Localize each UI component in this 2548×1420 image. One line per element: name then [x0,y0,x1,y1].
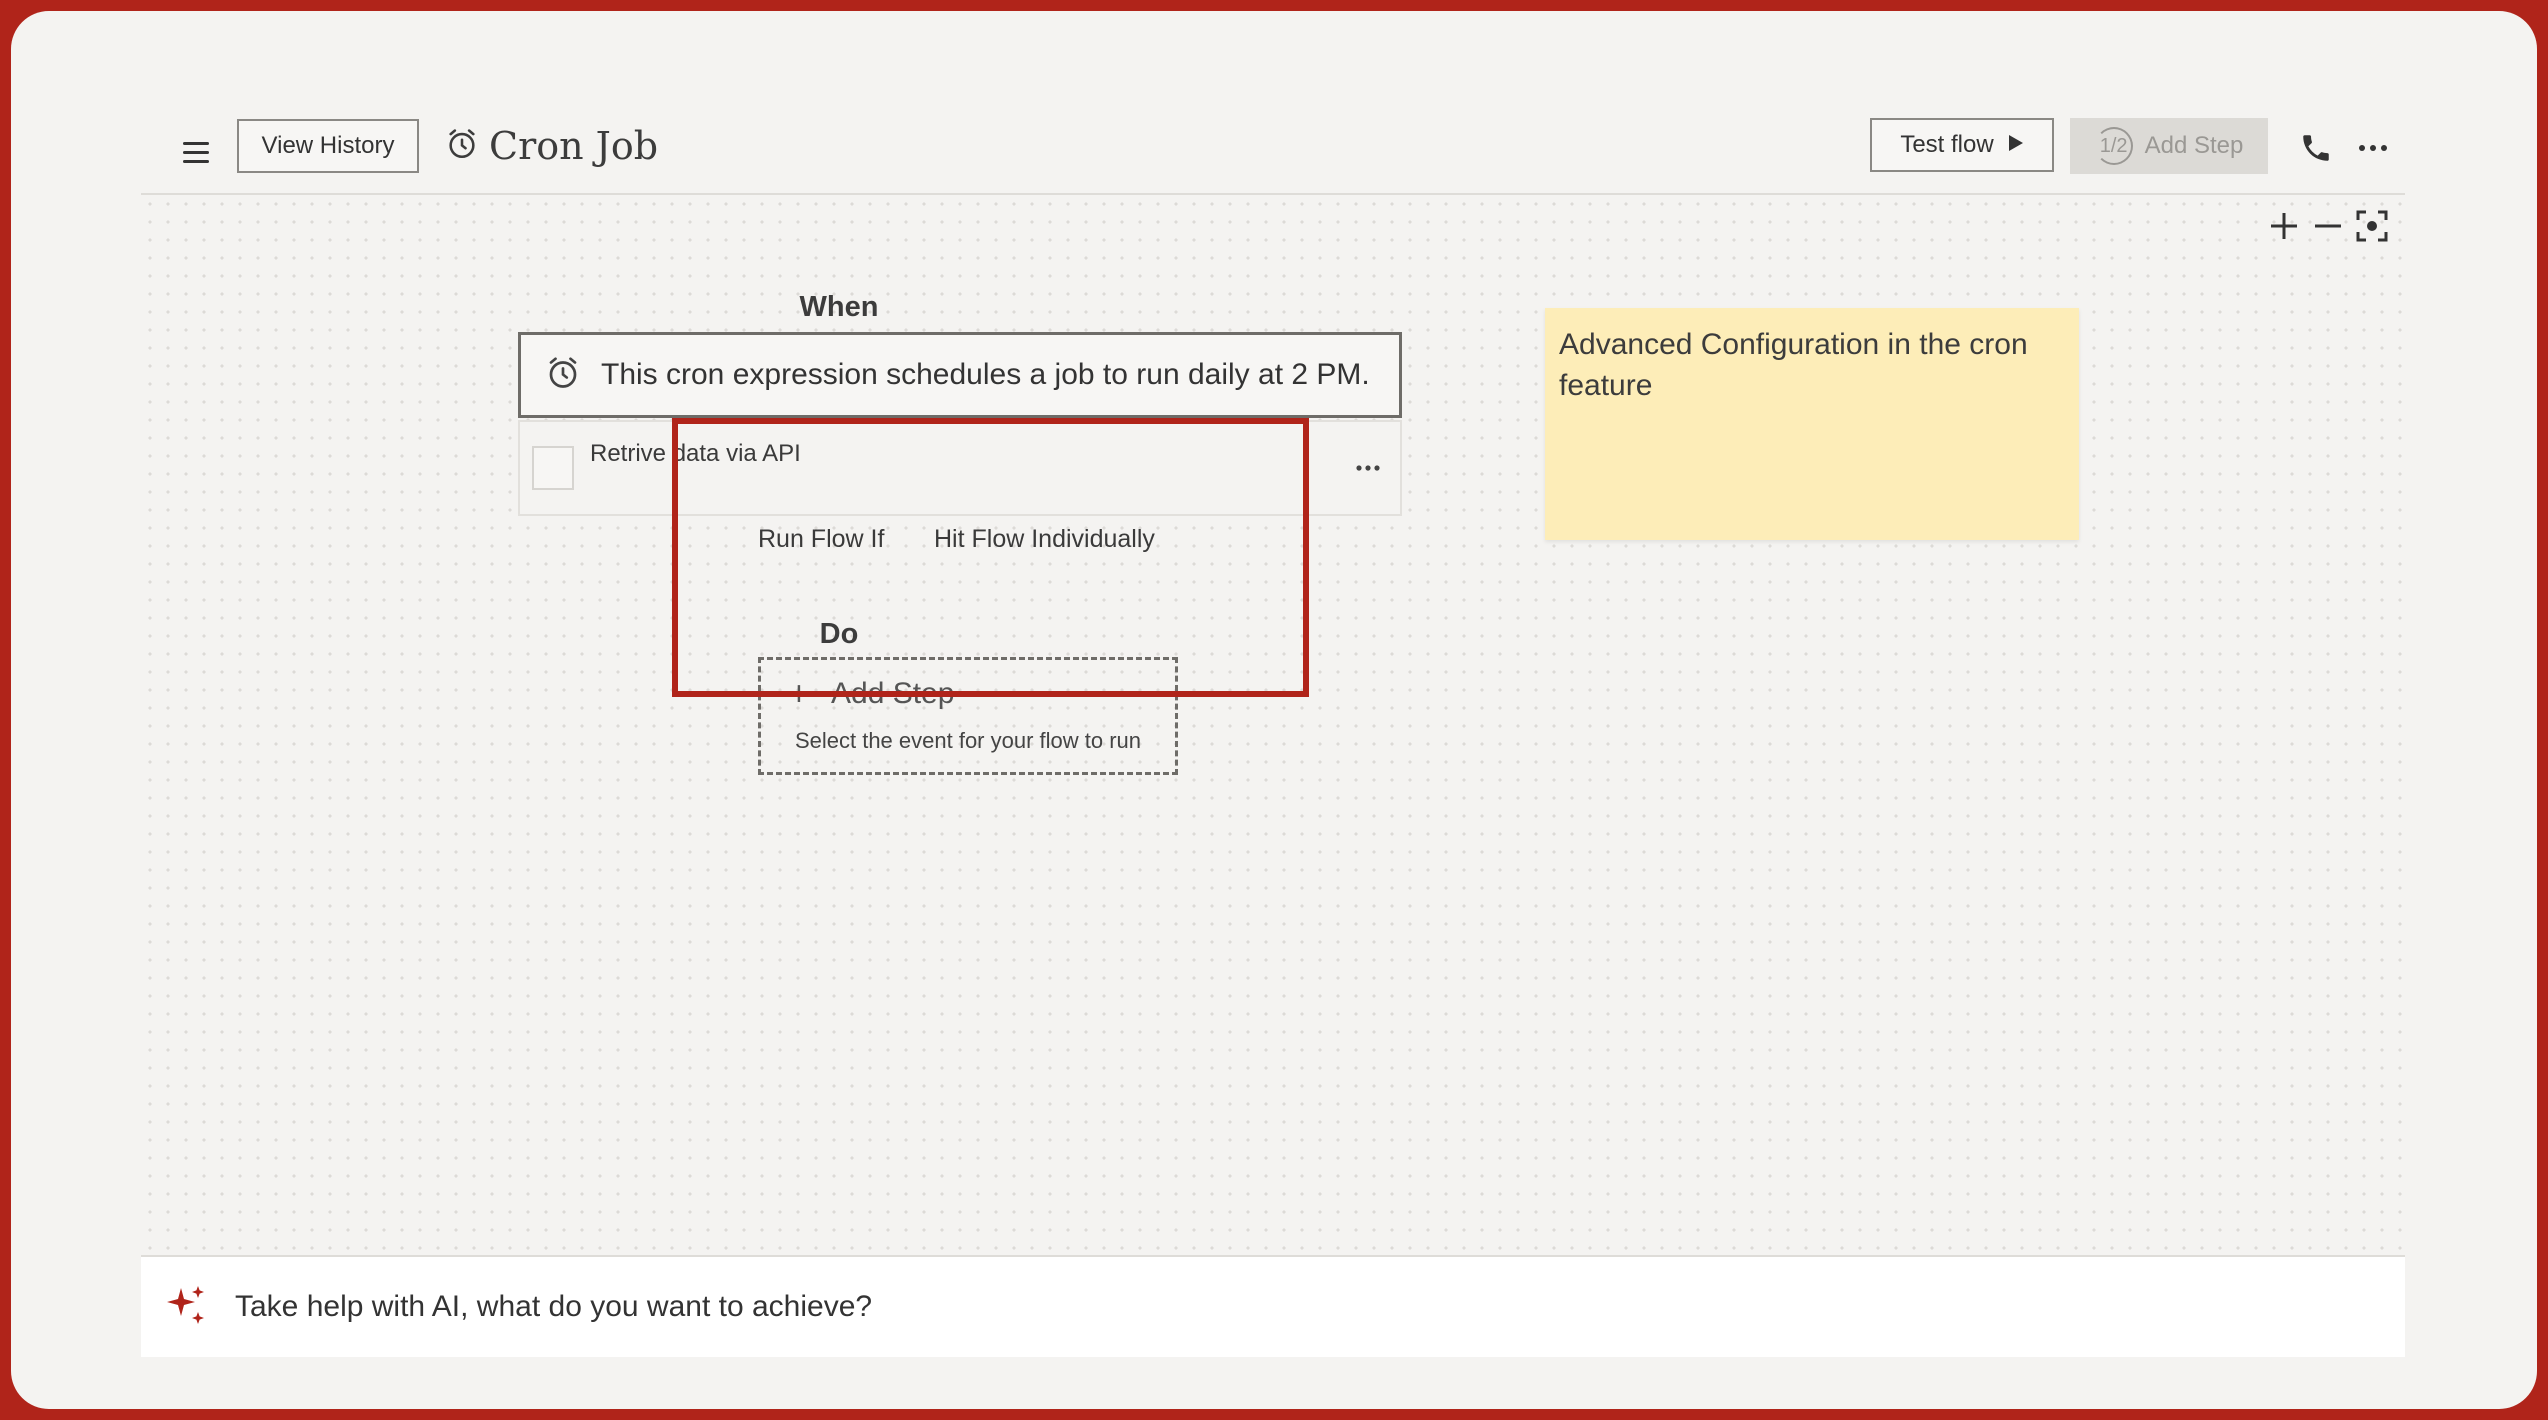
sub-step-node[interactable]: Retrive data via API [518,420,1402,516]
zoom-in-icon[interactable] [2267,209,2301,243]
more-horizontal-icon[interactable] [1350,450,1386,486]
sticky-note[interactable]: Advanced Configuration in the cron featu… [1545,308,2079,540]
trigger-node[interactable]: This cron expression schedules a job to … [518,332,1402,418]
zoom-controls [2267,209,2389,243]
page-title: Cron Job [489,124,659,168]
fit-view-icon[interactable] [2355,209,2389,243]
top-toolbar: View History Cron Job Test flow 1/2 Add … [141,111,2405,195]
phone-icon[interactable] [2299,131,2333,165]
sparkles-icon [167,1284,207,1331]
alarm-clock-icon [545,355,581,396]
step-checkbox[interactable] [532,446,574,490]
test-flow-button[interactable]: Test flow [1870,118,2054,172]
add-step-description: Select the event for your flow to run [794,728,1142,753]
flow-canvas[interactable]: When This cron expression schedules a jo… [141,195,2405,1255]
plus-icon: + [789,675,809,713]
when-label: When [799,291,879,323]
more-horizontal-icon[interactable] [2354,129,2392,167]
hit-flow-individually-option[interactable]: Hit Flow Individually [934,525,1155,554]
hamburger-icon[interactable] [177,133,215,171]
add-step-label: Add Step [2144,132,2244,159]
add-step-button[interactable]: 1/2 Add Step [2070,118,2268,174]
zoom-out-icon[interactable] [2311,209,2345,243]
add-step-node[interactable]: + Add Step Select the event for your flo… [758,657,1178,775]
sticky-note-text: Advanced Configuration in the cron featu… [1559,328,2028,402]
do-label: Do [819,618,859,650]
sub-step-label: Retrive data via API [590,440,801,467]
view-history-button[interactable]: View History [237,119,419,173]
view-history-label: View History [261,132,395,159]
app-window: View History Cron Job Test flow 1/2 Add … [11,11,2537,1409]
run-flow-if-option[interactable]: Run Flow If [758,525,884,554]
step-progress-badge: 1/2 [2094,127,2133,165]
add-step-title: Add Step [831,677,955,710]
alarm-clock-icon [445,127,479,166]
test-flow-label: Test flow [1900,131,1994,158]
flow-title: Cron Job [445,115,658,177]
ai-prompt-bar [141,1255,2405,1357]
ai-prompt-input[interactable] [235,1290,2235,1324]
trigger-description: This cron expression schedules a job to … [601,358,1370,391]
play-icon [2008,131,2024,159]
